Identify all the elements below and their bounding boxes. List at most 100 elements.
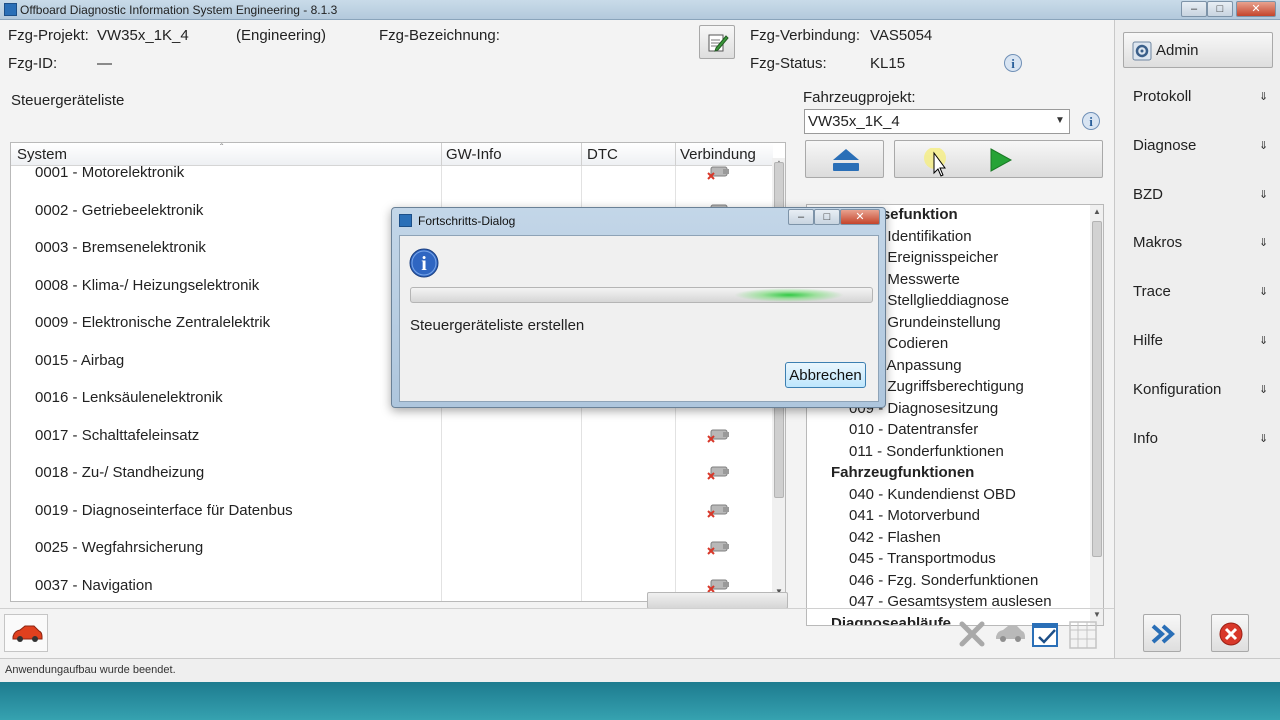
vehicle-project-label: Fzg-Projekt:: [8, 27, 89, 44]
title-bar: Offboard Diagnostic Information System E…: [0, 0, 1280, 20]
table-row[interactable]: 0019 - Diagnoseinterface für Datenbus: [11, 492, 773, 530]
double-chevron-down-icon: ⇓: [1259, 237, 1269, 250]
maximize-button[interactable]: □: [1207, 1, 1233, 17]
status-bar: Anwendungaufbau wurde beendet.: [0, 658, 1280, 682]
tree-group-fahrzeugfunktionen[interactable]: Fahrzeugfunktionen: [831, 464, 974, 481]
tree-group-diagnoseablaeufe[interactable]: Diagnoseabläufe: [831, 615, 951, 626]
sidebar: Admin Protokoll ⇓ Diagnose ⇓ BZD ⇓ Makros ⇓ Trac…: [1114, 20, 1280, 658]
row-system-label: 0009 - Elektronische Zentralelektrik: [35, 314, 271, 331]
tree-item[interactable]: 042 - Flashen: [849, 529, 941, 546]
vehicle-id-label: Fzg-ID:: [8, 55, 58, 72]
disconnected-plug-icon: [707, 166, 729, 180]
table-row[interactable]: 0025 - Wegfahrsicherung: [11, 529, 773, 567]
table-row[interactable]: 0018 - Zu-/ Standheizung: [11, 454, 773, 492]
grid-icon[interactable]: [1068, 620, 1098, 650]
row-system-label: 0017 - Schalttafeleinsatz: [35, 426, 200, 444]
dialog-app-icon: [399, 214, 412, 227]
svg-text:i: i: [1011, 56, 1015, 71]
vehicle-project-value: VW35x_1K_4: [97, 27, 189, 44]
sidebar-item-trace[interactable]: Trace ⇓: [1115, 283, 1280, 307]
control-unit-list-title: Steuergeräteliste: [11, 92, 125, 109]
sidebar-item-label: Diagnose: [1133, 136, 1197, 154]
vehicle-connection-value: VAS5054: [870, 27, 933, 44]
cancel-button[interactable]: Abbrechen: [785, 362, 866, 388]
double-chevron-down-icon: ⇓: [1259, 91, 1269, 103]
double-chevron-right-icon: [1151, 624, 1175, 644]
double-chevron-down-icon: ⇓: [1259, 335, 1269, 347]
vehicle-project-select-label: Fahrzeugprojekt:: [803, 89, 916, 106]
horizontal-scroll-thumb[interactable]: [647, 592, 788, 609]
sidebar-menu: Protokoll ⇓ Diagnose ⇓ BZD ⇓ Makros ⇓ Trace ⇓ Hilf…: [1115, 20, 1280, 620]
double-chevron-down-icon: ⇓: [1259, 139, 1269, 152]
close-circle-icon: [1219, 622, 1243, 646]
svg-text:i: i: [421, 253, 427, 275]
tree-item[interactable]: 046 - Fzg. Sonderfunktionen: [849, 572, 1038, 589]
mode-label: (Engineering): [236, 27, 327, 44]
row-system-label: 0015 - Airbag: [35, 351, 125, 369]
sidebar-item-bzd[interactable]: BZD ⇓: [1115, 186, 1280, 210]
row-system-label: 0018 - Zu-/ Standheizung: [35, 464, 205, 481]
tree-scroll-thumb[interactable]: [1092, 221, 1102, 557]
tree-item[interactable]: 011 - Sonderfunktionen: [849, 443, 1004, 460]
project-info-icon[interactable]: i: [1081, 111, 1101, 131]
car-grey-icon[interactable]: [994, 624, 1026, 644]
tree-scroll-up-icon[interactable]: ▲: [1091, 207, 1103, 219]
window-close-button[interactable]: ✕: [1236, 1, 1276, 17]
edit-note-button[interactable]: [699, 25, 735, 59]
sidebar-item-diagnose[interactable]: Diagnose ⇓: [1115, 137, 1280, 161]
car-icon: [12, 625, 43, 642]
exit-button[interactable]: [1211, 614, 1249, 652]
sidebar-item-hilfe[interactable]: Hilfe ⇓: [1115, 332, 1280, 356]
sort-arrow-icon: ˆ: [220, 143, 224, 154]
info-icon[interactable]: i: [1003, 53, 1023, 73]
double-chevron-down-icon: ⇓: [1259, 286, 1269, 299]
vehicle-tab[interactable]: [4, 614, 48, 652]
dialog-title: Fortschritts-Dialog: [418, 214, 516, 228]
double-chevron-down-icon: ⇓: [1259, 188, 1269, 201]
row-system-label: 0001 - Motorelektronik: [35, 164, 185, 181]
sidebar-item-info[interactable]: Info ⇓: [1115, 430, 1280, 454]
tree-item[interactable]: 041 - Motorverbund: [849, 507, 980, 524]
eject-button[interactable]: [805, 140, 884, 178]
minimize-button[interactable]: –: [1181, 1, 1207, 17]
row-system-label: 0037 - Navigation: [35, 576, 153, 594]
disconnected-plug-icon: [707, 429, 729, 443]
sidebar-item-label: Protokoll: [1133, 88, 1192, 105]
sidebar-item-label: Konfiguration: [1133, 380, 1222, 398]
vehicle-id-value: —: [97, 55, 112, 72]
row-system-label: 0003 - Bremsenelektronik: [35, 239, 206, 256]
delete-x-icon[interactable]: [958, 620, 986, 648]
svg-text:i: i: [1089, 114, 1093, 129]
progress-indicator: [734, 288, 844, 302]
vehicle-project-select[interactable]: VW35x_1K_4 ▼: [804, 109, 1070, 134]
sidebar-item-label: BZD: [1133, 185, 1163, 203]
progress-dialog: Fortschritts-Dialog – □ ✕ i Steuergeräte…: [391, 207, 886, 408]
checklist-icon[interactable]: [1031, 620, 1061, 650]
disconnected-plug-icon: [707, 541, 729, 555]
play-icon: [990, 148, 1013, 172]
toolbar-divider: [0, 608, 1114, 609]
row-system-label: 0002 - Getriebeelektronik: [35, 201, 204, 219]
tree-item[interactable]: 040 - Kundendienst OBD: [849, 486, 1016, 503]
sidebar-item-konfiguration[interactable]: Konfiguration ⇓: [1115, 381, 1280, 405]
tree-item[interactable]: 010 - Datentransfer: [849, 421, 978, 438]
window-title: Offboard Diagnostic Information System E…: [20, 3, 338, 17]
table-row[interactable]: 0017 - Schalttafeleinsatz: [11, 417, 773, 455]
mouse-cursor-icon: [924, 148, 946, 177]
tree-scrollbar[interactable]: ▲ ▼: [1090, 205, 1103, 625]
sidebar-item-makros[interactable]: Makros ⇓: [1115, 234, 1280, 258]
row-system-label: 0019 - Diagnoseinterface für Datenbus: [35, 501, 293, 519]
dialog-minimize-button[interactable]: –: [788, 209, 814, 225]
row-system-label: 0016 - Lenksäulenelektronik: [35, 389, 223, 406]
row-system-label: 0025 - Wegfahrsicherung: [35, 539, 204, 556]
sidebar-item-protokoll[interactable]: Protokoll ⇓: [1115, 88, 1280, 112]
table-row[interactable]: 0001 - Motorelektronik: [11, 154, 773, 192]
tree-item[interactable]: 045 - Transportmodus: [849, 550, 996, 567]
forward-button[interactable]: [1143, 614, 1181, 652]
dialog-maximize-button[interactable]: □: [814, 209, 840, 225]
double-chevron-down-icon: ⇓: [1259, 432, 1269, 445]
dialog-close-button[interactable]: ✕: [840, 209, 880, 225]
sidebar-item-label: Trace: [1133, 283, 1171, 301]
dropdown-arrow-icon: ▼: [1055, 115, 1065, 126]
sidebar-item-label: Makros: [1133, 234, 1183, 252]
